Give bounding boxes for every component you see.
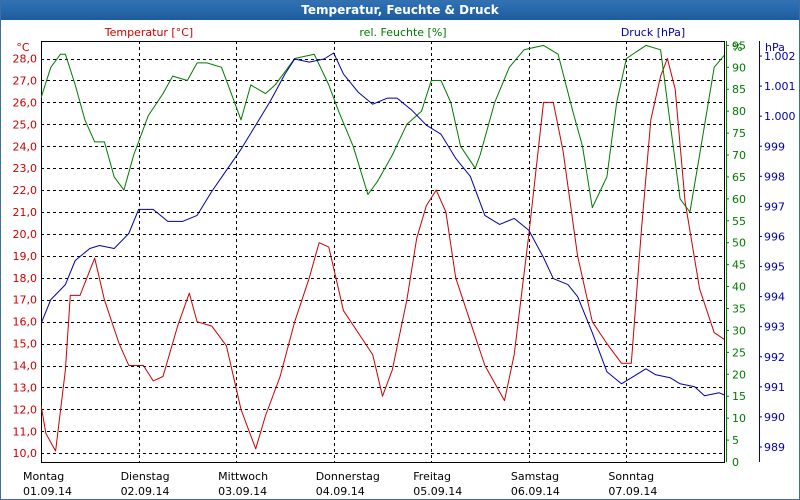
x-tick-label-date: 03.09.14 [218,485,267,498]
y-tick-label-temperature: 10,0 [13,447,38,460]
y-tick-label-humidity: 5 [732,434,739,447]
y-tick-label-temperature: 19,0 [13,250,38,263]
y-tick-label-temperature: 13,0 [13,381,38,394]
y-tick-label-temperature: 20,0 [13,228,38,241]
y-tick-label-humidity: 45 [732,259,746,272]
x-tick-label-day: Dienstag [121,470,170,483]
y-tick-label-pressure: 989 [764,441,785,454]
x-tick-label-date: 06.09.14 [511,485,560,498]
x-tick-label-date: 04.09.14 [316,485,365,498]
y-tick-label-temperature: 18,0 [13,272,38,285]
y-tick-label-temperature: 23,0 [13,162,38,175]
y-tick-label-temperature: 12,0 [13,403,38,416]
series-label-temperature: Temperatur [°C] [104,26,193,39]
y-tick-label-pressure: 993 [764,321,785,334]
y-tick-label-pressure: 1.000 [764,110,796,123]
x-tick-label-day: Samstag [511,470,559,483]
x-tick-label-date: 07.09.14 [608,485,657,498]
x-tick-label-date: 02.09.14 [121,485,170,498]
x-tick-label-day: Sonntag [608,470,654,483]
x-tick-label-date: 01.09.14 [23,485,72,498]
axis-unit-pressure: hPa [765,41,785,54]
y-tick-label-humidity: 35 [732,303,746,316]
chart-canvas: 10,0 11,0 12,0 13,0 14,0 15,0 16,0 17,0 18,0 19,0… [13,26,796,498]
x-tick-label-day: Donnerstag [316,470,380,483]
y-tick-label-humidity: 60 [732,193,746,206]
y-tick-label-humidity: 0 [732,456,739,469]
y-tick-label-humidity: 85 [732,83,746,96]
y-tick-label-temperature: 17,0 [13,294,38,307]
y-tick-label-humidity: 55 [732,215,746,228]
y-tick-label-pressure: 1.001 [764,80,796,93]
series-label-humidity: rel. Feuchte [%] [359,26,446,39]
y-tick-label-humidity: 75 [732,127,746,140]
y-tick-label-pressure: 994 [764,291,785,304]
y-tick-label-humidity: 25 [732,346,746,359]
y-tick-label-humidity: 50 [732,237,746,250]
y-tick-label-pressure: 996 [764,230,785,243]
series-label-pressure: Druck [hPa] [621,26,685,39]
y-tick-label-temperature: 25,0 [13,118,38,131]
x-tick-label-date: 05.09.14 [413,485,462,498]
y-tick-label-humidity: 15 [732,390,746,403]
y-tick-label-pressure: 999 [764,140,785,153]
y-tick-label-temperature: 15,0 [13,338,38,351]
y-tick-label-pressure: 997 [764,200,785,213]
series-line-pressure [41,52,724,397]
y-tick-label-humidity: 80 [732,105,746,118]
y-tick-label-humidity: 90 [732,61,746,74]
y-tick-label-temperature: 24,0 [13,140,38,153]
y-tick-label-pressure: 995 [764,261,785,274]
y-tick-label-temperature: 22,0 [13,184,38,197]
y-tick-label-humidity: 70 [732,149,746,162]
axis-unit-temperature: °C [16,41,30,54]
y-tick-label-humidity: 65 [732,171,746,184]
y-tick-label-temperature: 27,0 [13,74,38,87]
x-tick-label-day: Montag [23,470,64,483]
y-tick-label-temperature: 11,0 [13,425,38,438]
series-line-humidity [41,44,724,213]
y-tick-label-pressure: 998 [764,170,785,183]
y-tick-label-temperature: 21,0 [13,206,38,219]
y-tick-label-temperature: 26,0 [13,96,38,109]
y-tick-label-temperature: 16,0 [13,316,38,329]
y-tick-label-pressure: 990 [764,411,785,424]
y-tick-label-temperature: 14,0 [13,360,38,373]
y-tick-label-pressure: 991 [764,381,785,394]
y-tick-label-humidity: 10 [732,412,746,425]
chart-window: Temperatur, Feuchte & Druck 10,0 11,0 12,0… [0,0,800,500]
axis-unit-humidity: % [732,41,742,54]
x-tick-label-day: Freitag [413,470,451,483]
plot-border [41,41,725,463]
series-line-temperature [41,58,724,452]
y-tick-label-pressure: 992 [764,351,785,364]
y-tick-label-humidity: 20 [732,368,746,381]
x-tick-label-day: Mittwoch [218,470,268,483]
y-tick-label-humidity: 40 [732,281,746,294]
y-tick-label-temperature: 28,0 [13,53,38,66]
y-tick-label-humidity: 30 [732,324,746,337]
